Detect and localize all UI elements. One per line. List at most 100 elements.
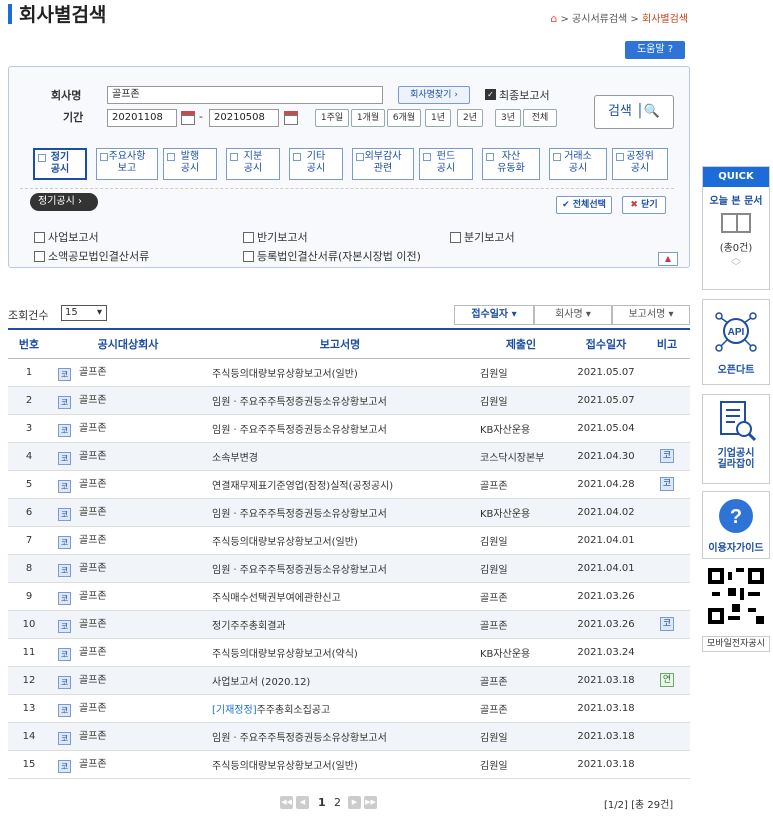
category-equity[interactable]: 지분 공시: [226, 148, 280, 180]
company-guide-link[interactable]: 기업공시 길라잡이: [702, 394, 770, 484]
row-company[interactable]: 골프존: [79, 367, 107, 378]
row-company[interactable]: 골프존: [79, 507, 107, 518]
sort-date-button[interactable]: 접수일자 ▾: [454, 305, 534, 325]
row-company[interactable]: 골프존: [79, 423, 107, 434]
table-row[interactable]: 8 코 골프존 임원ㆍ주요주주특정증권등소유상황보고서 김원일 2021.04.01: [8, 554, 690, 583]
category-major[interactable]: 주요사항 보고: [96, 148, 158, 180]
row-report[interactable]: 임원ㆍ주요주주특정증권등소유상황보고서: [212, 565, 387, 576]
last-page-icon[interactable]: ▶▶: [364, 796, 377, 809]
page-number[interactable]: 1: [318, 796, 326, 809]
select-all-button[interactable]: ✔ 전체선택: [556, 196, 612, 214]
row-report[interactable]: 주식등의대량보유상황보고서(일반): [212, 369, 358, 380]
category-regular[interactable]: 정기 공시: [33, 148, 87, 180]
category-issue[interactable]: 발행 공시: [163, 148, 217, 180]
period-1month-button[interactable]: 1개월: [351, 109, 385, 127]
option-registered[interactable]: 등록법인결산서류(자본시장법 이전): [243, 248, 421, 264]
table-row[interactable]: 3 코 골프존 임원ㆍ주요주주특정증권등소유상황보고서 KB자산운용 2021.05.04: [8, 414, 690, 443]
row-report[interactable]: 주주총회소집공고: [257, 705, 331, 716]
period-3year-button[interactable]: 3년: [495, 109, 521, 127]
count-select[interactable]: 15 ▾: [61, 305, 107, 321]
table-row[interactable]: 5 코 골프존 연결재무제표기준영업(잠정)실적(공정공시) 골프존 2021.04.28…: [8, 470, 690, 499]
row-report[interactable]: 소속부변경: [212, 453, 258, 464]
table-row[interactable]: 12 코 골프존 사업보고서 (2020.12) 골프존 2021.03.18 연: [8, 666, 690, 695]
category-exchange[interactable]: 거래소 공시: [549, 148, 607, 180]
row-report[interactable]: 임원ㆍ주요주주특정증권등소유상황보고서: [212, 397, 387, 408]
table-row[interactable]: 11 코 골프존 주식등의대량보유상황보고서(약식) KB자산운용 2021.03.24: [8, 638, 690, 667]
row-report-prefix[interactable]: [기재정정]: [212, 705, 257, 716]
row-company[interactable]: 골프존: [79, 619, 107, 630]
option-small-offering[interactable]: 소액공모법인결산서류: [34, 248, 149, 264]
row-company[interactable]: 골프존: [79, 479, 107, 490]
sort-report-button[interactable]: 보고서명 ▾: [612, 305, 690, 325]
opendart-link[interactable]: API 오픈다트: [702, 299, 770, 385]
period-6month-button[interactable]: 6개월: [387, 109, 421, 127]
option-half[interactable]: 반기보고서: [243, 229, 308, 245]
period-all-button[interactable]: 전체: [523, 109, 557, 127]
row-company[interactable]: 골프존: [79, 591, 107, 602]
qr-code-icon[interactable]: [708, 568, 764, 624]
row-company[interactable]: 골프존: [79, 731, 107, 742]
find-company-button[interactable]: 회사명찾기 ›: [398, 86, 470, 104]
table-row[interactable]: 7 코 골프존 주식등의대량보유상황보고서(일반) 김원일 2021.04.01: [8, 526, 690, 555]
period-1year-button[interactable]: 1년: [425, 109, 451, 127]
row-note[interactable]: 코: [660, 449, 674, 463]
row-report[interactable]: 주식등의대량보유상황보고서(일반): [212, 537, 358, 548]
category-other[interactable]: 기타 공시: [289, 148, 343, 180]
table-row[interactable]: 1 코 골프존 주식등의대량보유상황보고서(일반) 김원일 2021.05.07: [8, 358, 690, 387]
sort-company-button[interactable]: 회사명 ▾: [534, 305, 612, 325]
row-company[interactable]: 골프존: [79, 703, 107, 714]
next-page-icon[interactable]: ▶: [348, 796, 361, 809]
breadcrumb-item[interactable]: 공시서류검색: [572, 14, 627, 25]
row-company[interactable]: 골프존: [79, 535, 107, 546]
table-row[interactable]: 9 코 골프존 주식매수선택권부여에관한신고 골프존 2021.03.26: [8, 582, 690, 611]
row-report[interactable]: 정기주주총회결과: [212, 621, 286, 632]
table-row[interactable]: 2 코 골프존 임원ㆍ주요주주특정증권등소유상황보고서 김원일 2021.05.07: [8, 386, 690, 415]
row-company[interactable]: 골프존: [79, 647, 107, 658]
row-company[interactable]: 골프존: [79, 675, 107, 686]
final-report-checkbox[interactable]: ✓: [485, 89, 496, 100]
table-row[interactable]: 10 코 골프존 정기주주총회결과 골프존 2021.03.26 코: [8, 610, 690, 639]
row-company[interactable]: 골프존: [79, 395, 107, 406]
page-number[interactable]: 2: [334, 796, 341, 809]
category-audit[interactable]: 외부감사 관련: [352, 148, 414, 180]
calendar-to-icon[interactable]: [284, 111, 298, 125]
chevron-down-icon[interactable]: ﹀: [703, 263, 769, 273]
close-button[interactable]: ✖ 닫기: [622, 196, 666, 214]
table-row[interactable]: 13 코 골프존 [기재정정]주주총회소집공고 골프존 2021.03.18: [8, 694, 690, 723]
help-button[interactable]: 도움말 ?: [625, 41, 685, 59]
mobile-label[interactable]: 모바일전자공시: [702, 636, 770, 652]
table-row[interactable]: 14 코 골프존 임원ㆍ주요주주특정증권등소유상황보고서 김원일 2021.03.18: [8, 722, 690, 751]
category-ftc[interactable]: 공정위 공시: [612, 148, 668, 180]
row-report[interactable]: 연결재무제표기준영업(잠정)실적(공정공시): [212, 481, 393, 492]
period-1week-button[interactable]: 1주일: [315, 109, 349, 127]
row-note[interactable]: 코: [660, 617, 674, 631]
row-note[interactable]: 코: [660, 477, 674, 491]
date-from-input[interactable]: 20201108: [107, 109, 177, 127]
search-button[interactable]: 검색 │🔍: [594, 95, 674, 129]
first-page-icon[interactable]: ◀◀: [280, 796, 293, 809]
row-report[interactable]: 임원ㆍ주요주주특정증권등소유상황보고서: [212, 425, 387, 436]
row-report[interactable]: 주식등의대량보유상황보고서(일반): [212, 761, 358, 772]
row-report[interactable]: 임원ㆍ주요주주특정증권등소유상황보고서: [212, 509, 387, 520]
today-docs-label[interactable]: 오늘 본 문서: [703, 192, 769, 207]
row-report[interactable]: 임원ㆍ주요주주특정증권등소유상황보고서: [212, 733, 387, 744]
company-input[interactable]: 골프존: [107, 86, 383, 104]
calendar-from-icon[interactable]: [181, 111, 195, 125]
prev-page-icon[interactable]: ◀: [296, 796, 309, 809]
table-row[interactable]: 6 코 골프존 임원ㆍ주요주주특정증권등소유상황보고서 KB자산운용 2021.04.02: [8, 498, 690, 527]
row-report[interactable]: 주식등의대량보유상황보고서(약식): [212, 649, 358, 660]
category-securitization[interactable]: 자산 유동화: [482, 148, 540, 180]
row-note[interactable]: 연: [660, 673, 674, 687]
regular-disclosure-tag[interactable]: 정기공시 ›: [30, 193, 98, 211]
period-2year-button[interactable]: 2년: [457, 109, 483, 127]
row-company[interactable]: 골프존: [79, 563, 107, 574]
row-report[interactable]: 사업보고서 (2020.12): [212, 677, 310, 688]
option-quarter[interactable]: 분기보고서: [450, 229, 515, 245]
collapse-up-icon[interactable]: ▲: [658, 252, 678, 266]
table-row[interactable]: 4 코 골프존 소속부변경 코스닥시장본부 2021.04.30 코: [8, 442, 690, 471]
option-annual[interactable]: 사업보고서: [34, 229, 99, 245]
table-row[interactable]: 15 코 골프존 주식등의대량보유상황보고서(일반) 김원일 2021.03.18: [8, 750, 690, 779]
row-company[interactable]: 골프존: [79, 451, 107, 462]
row-report[interactable]: 주식매수선택권부여에관한신고: [212, 593, 341, 604]
user-guide-link[interactable]: ? 이용자가이드: [702, 491, 770, 559]
